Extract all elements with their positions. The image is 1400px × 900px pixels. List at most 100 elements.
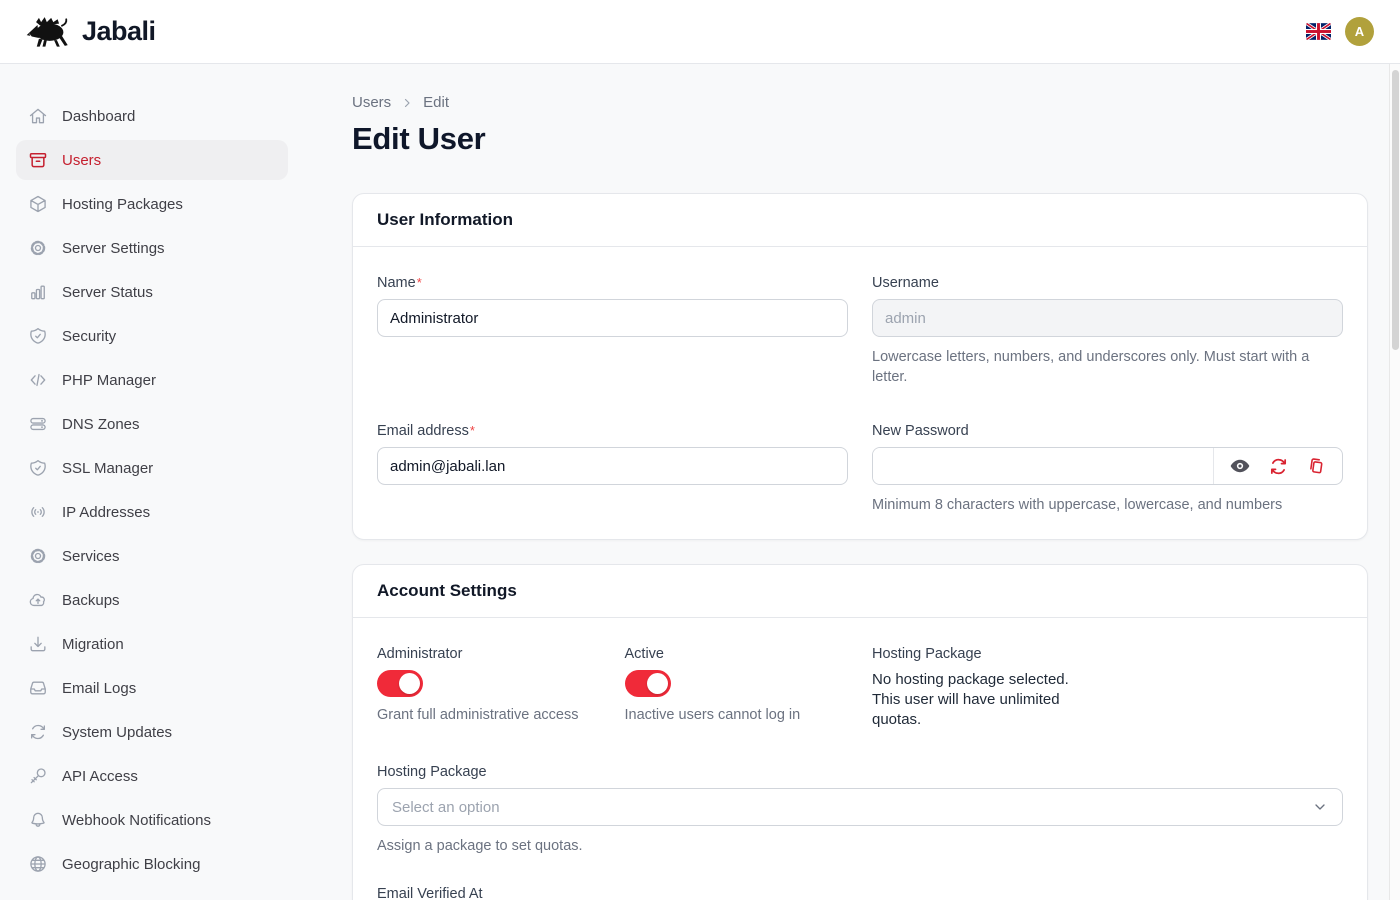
breadcrumb-users-link[interactable]: Users	[352, 94, 391, 111]
required-asterisk: *	[417, 275, 422, 290]
sidebar-item-hosting-packages[interactable]: Hosting Packages	[16, 184, 288, 224]
generate-password-button[interactable]	[1268, 456, 1289, 477]
sidebar-item-security[interactable]: Security	[16, 316, 288, 356]
copy-password-button[interactable]	[1306, 456, 1327, 477]
sidebar-item-ssl-manager[interactable]: SSL Manager	[16, 448, 288, 488]
bar-chart-icon	[28, 282, 48, 302]
sidebar-item-services[interactable]: Services	[16, 536, 288, 576]
sidebar-item-dashboard[interactable]: Dashboard	[16, 96, 288, 136]
gear-icon	[28, 238, 48, 258]
hosting-package-summary: Hosting Package No hosting package selec…	[872, 646, 1096, 730]
eye-icon	[1229, 455, 1251, 477]
sidebar-item-label: API Access	[62, 768, 138, 785]
email-input[interactable]	[377, 447, 848, 485]
code-icon	[28, 370, 48, 390]
brand-logo[interactable]: Jabali	[26, 15, 156, 48]
main-content: Users Edit Edit User User Information Na…	[304, 64, 1400, 900]
administrator-helper: Grant full administrative access	[377, 706, 601, 725]
sidebar-item-label: Users	[62, 152, 101, 169]
sidebar-item-server-settings[interactable]: Server Settings	[16, 228, 288, 268]
sidebar-item-label: Geographic Blocking	[62, 856, 200, 873]
sidebar-item-label: Services	[62, 548, 120, 565]
uk-flag-icon	[1306, 23, 1331, 40]
sidebar-item-label: SSL Manager	[62, 460, 153, 477]
email-field-group: Email address*	[377, 423, 848, 515]
breadcrumb: Users Edit	[352, 94, 1368, 111]
required-asterisk: *	[470, 423, 475, 438]
shield-check-icon	[28, 458, 48, 478]
new-password-label: New Password	[872, 423, 1343, 439]
email-verified-at-label: Email Verified At	[377, 886, 1343, 900]
account-settings-card: Account Settings Administrator Grant ful…	[352, 564, 1368, 900]
administrator-label: Administrator	[377, 646, 601, 662]
cloud-upload-icon	[28, 590, 48, 610]
user-avatar[interactable]: A	[1345, 17, 1374, 46]
active-toggle-group: Active Inactive users cannot log in	[625, 646, 849, 730]
new-password-input[interactable]	[873, 448, 1213, 484]
hosting-package-select-label: Hosting Package	[377, 764, 1343, 780]
hosting-package-select-group: Hosting Package Select an option Assign …	[377, 764, 1343, 856]
key-icon	[28, 766, 48, 786]
cube-icon	[28, 194, 48, 214]
user-information-card: User Information Name* Username Lowercas…	[352, 193, 1368, 540]
sidebar-item-label: DNS Zones	[62, 416, 140, 433]
shield-check-icon	[28, 326, 48, 346]
username-input[interactable]	[872, 299, 1343, 337]
sidebar-item-label: Server Status	[62, 284, 153, 301]
sidebar-item-migration[interactable]: Migration	[16, 624, 288, 664]
refresh-icon	[28, 722, 48, 742]
sidebar-item-geographic-blocking[interactable]: Geographic Blocking	[16, 844, 288, 884]
username-field-group: Username Lowercase letters, numbers, and…	[872, 275, 1343, 387]
sidebar-item-php-manager[interactable]: PHP Manager	[16, 360, 288, 400]
page-scrollbar-thumb[interactable]	[1392, 70, 1399, 350]
name-label: Name*	[377, 275, 848, 291]
name-input[interactable]	[377, 299, 848, 337]
sidebar-item-api-access[interactable]: API Access	[16, 756, 288, 796]
sidebar-item-dns-zones[interactable]: DNS Zones	[16, 404, 288, 444]
home-icon	[28, 106, 48, 126]
hosting-package-select[interactable]: Select an option	[377, 788, 1343, 826]
sidebar-item-label: Hosting Packages	[62, 196, 183, 213]
sidebar-item-label: Server Settings	[62, 240, 165, 257]
chevron-right-icon	[401, 97, 413, 109]
sidebar-item-server-status[interactable]: Server Status	[16, 272, 288, 312]
copy-icon	[1306, 456, 1327, 477]
sidebar-item-email-logs[interactable]: Email Logs	[16, 668, 288, 708]
active-label: Active	[625, 646, 849, 662]
sidebar-item-label: Migration	[62, 636, 124, 653]
hosting-package-summary-text: No hosting package selected. This user w…	[872, 670, 1096, 730]
sidebar-item-system-updates[interactable]: System Updates	[16, 712, 288, 752]
language-flag-icon[interactable]	[1306, 23, 1331, 40]
sidebar-item-label: IP Addresses	[62, 504, 150, 521]
sidebar-item-backups[interactable]: Backups	[16, 580, 288, 620]
sidebar-nav: Dashboard Users Hosting Packages Server …	[0, 64, 304, 900]
name-field-group: Name*	[377, 275, 848, 387]
top-header: Jabali A	[0, 0, 1400, 64]
sidebar-item-webhook-notifications[interactable]: Webhook Notifications	[16, 800, 288, 840]
administrator-toggle[interactable]	[377, 670, 423, 697]
globe-icon	[28, 854, 48, 874]
sidebar-item-label: Email Logs	[62, 680, 136, 697]
password-field-group: New Password	[872, 423, 1343, 515]
sidebar-item-label: Security	[62, 328, 116, 345]
username-label: Username	[872, 275, 1343, 291]
breadcrumb-current: Edit	[423, 94, 449, 111]
sidebar-item-label: Backups	[62, 592, 120, 609]
gear-icon	[28, 546, 48, 566]
active-toggle[interactable]	[625, 670, 671, 697]
email-verified-at-group: Email Verified At dd/mm/yyyy --:--	[377, 886, 1343, 900]
download-tray-icon	[28, 634, 48, 654]
sidebar-item-ip-addresses[interactable]: IP Addresses	[16, 492, 288, 532]
chevron-down-icon	[1312, 799, 1328, 815]
hosting-package-helper: Assign a package to set quotas.	[377, 836, 1343, 856]
password-helper: Minimum 8 characters with uppercase, low…	[872, 495, 1343, 515]
inbox-icon	[28, 678, 48, 698]
page-title: Edit User	[352, 121, 1368, 157]
sidebar-item-label: Dashboard	[62, 108, 135, 125]
show-password-button[interactable]	[1229, 455, 1251, 477]
signal-icon	[28, 502, 48, 522]
sidebar-item-label: System Updates	[62, 724, 172, 741]
sidebar-item-label: PHP Manager	[62, 372, 156, 389]
sidebar-item-users[interactable]: Users	[16, 140, 288, 180]
hosting-package-summary-label: Hosting Package	[872, 646, 1096, 662]
